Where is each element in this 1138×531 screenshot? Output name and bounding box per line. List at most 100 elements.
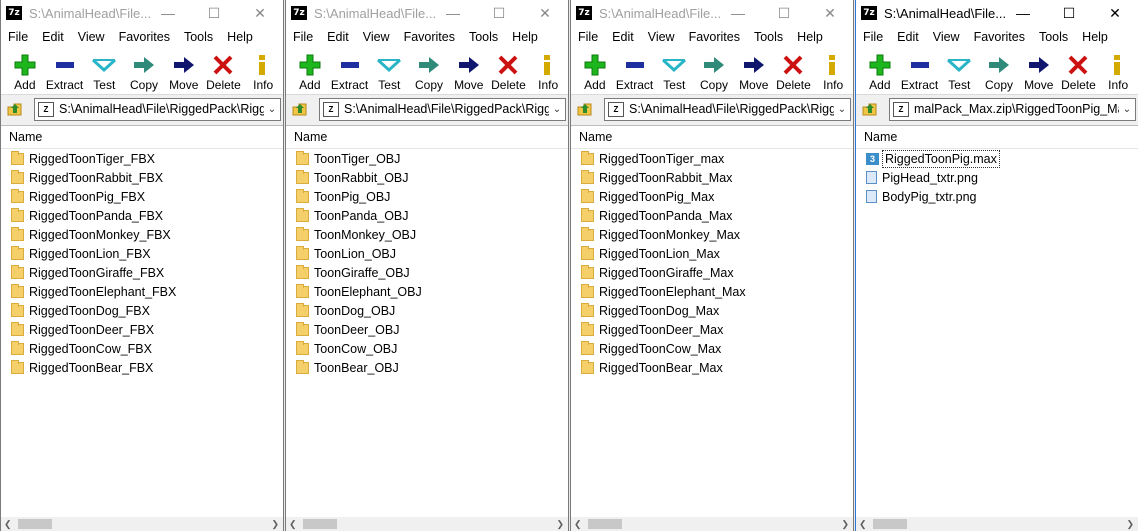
scroll-thumb[interactable] <box>18 519 52 529</box>
scroll-left-icon[interactable]: ❮ <box>4 519 12 530</box>
app-icon[interactable]: 7z <box>6 6 22 20</box>
delete-button[interactable]: Delete <box>1059 54 1099 92</box>
extract-button[interactable]: Extract <box>900 54 940 92</box>
list-item[interactable]: RiggedToonDog_Max <box>571 301 853 320</box>
menu-edit[interactable]: Edit <box>890 30 926 44</box>
file-list[interactable]: Name ToonTiger_OBJ ToonRabbit_OBJ ToonPi… <box>286 125 568 517</box>
scroll-right-icon[interactable]: ❯ <box>556 519 564 530</box>
copy-button[interactable]: Copy <box>979 54 1019 92</box>
menu-file[interactable]: File <box>1 30 35 44</box>
menu-tools[interactable]: Tools <box>462 30 505 44</box>
menu-tools[interactable]: Tools <box>1032 30 1075 44</box>
menu-tools[interactable]: Tools <box>747 30 790 44</box>
list-item[interactable]: RiggedToonElephant_Max <box>571 282 853 301</box>
file-list[interactable]: Name RiggedToonTiger_max RiggedToonRabbi… <box>571 125 853 517</box>
delete-button[interactable]: Delete <box>489 54 529 92</box>
title-bar[interactable]: 7z S:\AnimalHead\File... — ☐ ✕ <box>286 0 568 26</box>
list-item[interactable]: ToonBear_OBJ <box>286 358 568 377</box>
list-item[interactable]: RiggedToonRabbit_FBX <box>1 168 283 187</box>
file-list[interactable]: Name 3 RiggedToonPig.max PigHead_txtr.pn… <box>856 125 1138 517</box>
maximize-button[interactable]: ☐ <box>191 0 237 26</box>
test-button[interactable]: Test <box>369 54 409 92</box>
add-button[interactable]: Add <box>290 54 330 92</box>
list-item[interactable]: RiggedToonPig_Max <box>571 187 853 206</box>
up-folder-button[interactable] <box>859 98 881 120</box>
minimize-button[interactable]: — <box>145 0 191 26</box>
list-item[interactable]: ToonMonkey_OBJ <box>286 225 568 244</box>
list-item[interactable]: RiggedToonBear_Max <box>571 358 853 377</box>
info-button[interactable]: Info <box>243 54 283 92</box>
path-combobox[interactable]: Z S:\AnimalHead\File\RiggedPack\Rigge ⌄ <box>319 97 566 121</box>
column-header-name[interactable]: Name <box>1 126 283 149</box>
chevron-down-icon[interactable]: ⌄ <box>264 104 280 115</box>
list-item[interactable]: ToonDeer_OBJ <box>286 320 568 339</box>
up-folder-button[interactable] <box>574 98 596 120</box>
list-item[interactable]: ToonPig_OBJ <box>286 187 568 206</box>
extract-button[interactable]: Extract <box>330 54 370 92</box>
test-button[interactable]: Test <box>84 54 124 92</box>
menu-edit[interactable]: Edit <box>605 30 641 44</box>
close-button[interactable]: ✕ <box>237 0 283 26</box>
menu-favorites[interactable]: Favorites <box>682 30 747 44</box>
menu-favorites[interactable]: Favorites <box>397 30 462 44</box>
list-item[interactable]: RiggedToonMonkey_Max <box>571 225 853 244</box>
chevron-down-icon[interactable]: ⌄ <box>549 104 565 115</box>
column-header-name[interactable]: Name <box>856 126 1138 149</box>
list-item[interactable]: PigHead_txtr.png <box>856 168 1138 187</box>
menu-help[interactable]: Help <box>1075 30 1115 44</box>
menu-tools[interactable]: Tools <box>177 30 220 44</box>
delete-button[interactable]: Delete <box>204 54 244 92</box>
scroll-right-icon[interactable]: ❯ <box>841 519 849 530</box>
list-item[interactable]: RiggedToonPig_FBX <box>1 187 283 206</box>
add-button[interactable]: Add <box>575 54 615 92</box>
up-folder-button[interactable] <box>4 98 26 120</box>
path-combobox[interactable]: Z malPack_Max.zip\RiggedToonPig_Max\ ⌄ <box>889 97 1136 121</box>
menu-file[interactable]: File <box>286 30 320 44</box>
maximize-button[interactable]: ☐ <box>1046 0 1092 26</box>
move-button[interactable]: Move <box>734 54 774 92</box>
extract-button[interactable]: Extract <box>615 54 655 92</box>
test-button[interactable]: Test <box>654 54 694 92</box>
scroll-thumb[interactable] <box>588 519 622 529</box>
list-item[interactable]: RiggedToonPanda_Max <box>571 206 853 225</box>
list-item[interactable]: ToonGiraffe_OBJ <box>286 263 568 282</box>
scroll-left-icon[interactable]: ❮ <box>859 519 867 530</box>
menu-view[interactable]: View <box>926 30 967 44</box>
menu-view[interactable]: View <box>356 30 397 44</box>
menu-file[interactable]: File <box>571 30 605 44</box>
horizontal-scrollbar[interactable]: ❮ ❯ <box>856 517 1138 531</box>
chevron-down-icon[interactable]: ⌄ <box>1119 104 1135 115</box>
list-item[interactable]: ToonRabbit_OBJ <box>286 168 568 187</box>
file-list[interactable]: Name RiggedToonTiger_FBX RiggedToonRabbi… <box>1 125 283 517</box>
app-icon[interactable]: 7z <box>576 6 592 20</box>
add-button[interactable]: Add <box>860 54 900 92</box>
horizontal-scrollbar[interactable]: ❮ ❯ <box>571 517 853 531</box>
scroll-left-icon[interactable]: ❮ <box>289 519 297 530</box>
list-item[interactable]: ToonCow_OBJ <box>286 339 568 358</box>
scroll-right-icon[interactable]: ❯ <box>271 519 279 530</box>
menu-view[interactable]: View <box>641 30 682 44</box>
menu-favorites[interactable]: Favorites <box>967 30 1032 44</box>
list-item[interactable]: RiggedToonElephant_FBX <box>1 282 283 301</box>
list-item[interactable]: RiggedToonTiger_max <box>571 149 853 168</box>
menu-edit[interactable]: Edit <box>35 30 71 44</box>
menu-help[interactable]: Help <box>220 30 260 44</box>
minimize-button[interactable]: — <box>715 0 761 26</box>
list-item[interactable]: ToonTiger_OBJ <box>286 149 568 168</box>
up-folder-button[interactable] <box>289 98 311 120</box>
list-item[interactable]: BodyPig_txtr.png <box>856 187 1138 206</box>
horizontal-scrollbar[interactable]: ❮ ❯ <box>286 517 568 531</box>
list-item[interactable]: RiggedToonLion_FBX <box>1 244 283 263</box>
maximize-button[interactable]: ☐ <box>476 0 522 26</box>
list-item[interactable]: RiggedToonCow_FBX <box>1 339 283 358</box>
list-item[interactable]: 3 RiggedToonPig.max <box>856 149 1138 168</box>
list-item[interactable]: ToonDog_OBJ <box>286 301 568 320</box>
move-button[interactable]: Move <box>1019 54 1059 92</box>
copy-button[interactable]: Copy <box>124 54 164 92</box>
list-item[interactable]: RiggedToonGiraffe_Max <box>571 263 853 282</box>
maximize-button[interactable]: ☐ <box>761 0 807 26</box>
list-item[interactable]: RiggedToonBear_FBX <box>1 358 283 377</box>
menu-help[interactable]: Help <box>790 30 830 44</box>
title-bar[interactable]: 7z S:\AnimalHead\File... — ☐ ✕ <box>571 0 853 26</box>
list-item[interactable]: RiggedToonCow_Max <box>571 339 853 358</box>
